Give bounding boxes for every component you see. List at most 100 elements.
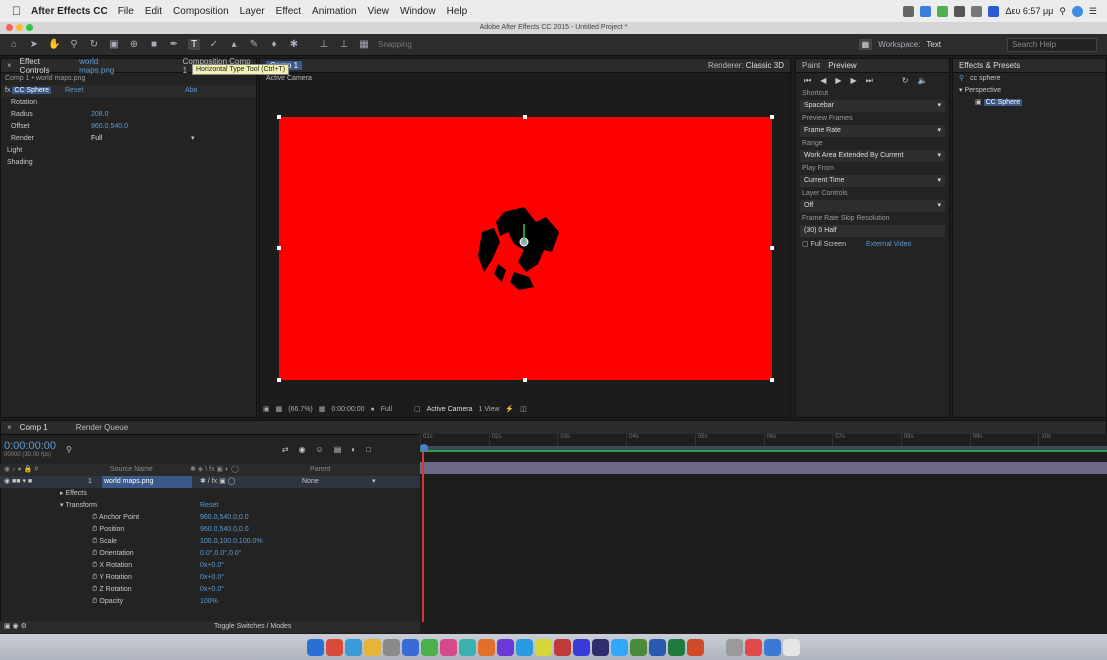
property-value[interactable]: 0x+0.0° — [200, 584, 224, 596]
tab-preview[interactable]: Preview — [828, 61, 856, 70]
chevron-down-icon[interactable]: ▾ — [191, 133, 195, 145]
after-effects-icon[interactable] — [592, 638, 609, 656]
renderer-select[interactable]: Classic 3D — [746, 61, 784, 70]
effect-property-row[interactable]: Radius 208.0 — [1, 109, 256, 121]
transform-handle[interactable] — [523, 378, 527, 382]
current-time[interactable]: 0:00:00:00 — [4, 440, 56, 452]
puppet-tool-icon[interactable]: ✱ — [288, 39, 300, 50]
stopwatch-icon[interactable]: ⏱ Position — [0, 524, 200, 536]
app-icon[interactable] — [459, 638, 476, 656]
app-icon[interactable] — [478, 638, 495, 656]
dreamweaver-icon[interactable] — [630, 638, 647, 656]
frame-blend-icon[interactable]: ▤ — [334, 445, 342, 454]
play-icon[interactable]: ▶ — [835, 73, 841, 89]
last-frame-icon[interactable]: ⏭ — [866, 73, 873, 89]
sphere-layer[interactable] — [474, 202, 574, 292]
rotate-tool-icon[interactable]: ↻ — [88, 39, 100, 50]
property-value[interactable]: 0x+0.0° — [200, 560, 224, 572]
word-icon[interactable] — [649, 638, 666, 656]
property-value[interactable]: 0x+0.0° — [200, 572, 224, 584]
powerpoint-icon[interactable] — [687, 638, 704, 656]
snapping-toggle[interactable]: Snapping — [378, 40, 412, 49]
app-name-menu[interactable]: After Effects CC — [31, 6, 108, 17]
effects-search[interactable]: ⚲ cc sphere — [953, 73, 1106, 85]
brush-tool-icon[interactable]: ✓ — [208, 39, 220, 50]
views-select[interactable]: 1 View — [479, 406, 500, 413]
menu-edit[interactable]: Edit — [145, 6, 162, 17]
wifi-icon[interactable] — [954, 5, 966, 17]
pen-tool-icon[interactable]: ✒ — [168, 39, 180, 50]
effect-property-row[interactable]: Render Full ▾ — [1, 133, 256, 145]
monitor-icon[interactable]: ▩ — [276, 405, 283, 413]
status-icon[interactable] — [903, 5, 915, 17]
about-link[interactable]: Abo — [185, 85, 197, 97]
clock[interactable]: Δευ 6:57 μμ — [1005, 6, 1053, 16]
motion-blur-icon[interactable]: ◐ — [351, 445, 356, 454]
property-value[interactable]: 0.0°,0.0°,0.0° — [200, 548, 241, 560]
stopwatch-icon[interactable]: ⏱ X Rotation — [0, 560, 200, 572]
camera-tool-icon[interactable]: ▣ — [108, 39, 120, 50]
app-icon[interactable] — [326, 638, 343, 656]
flag-icon[interactable] — [988, 5, 1000, 17]
effects-search-input[interactable]: cc sphere — [970, 73, 1000, 85]
camera-snapshot-icon[interactable]: ● — [370, 406, 374, 413]
axis-local-icon[interactable]: ⊥ — [318, 39, 330, 50]
property-scale[interactable]: ⏱ Scale 100.0,100.0,100.0% — [0, 536, 420, 548]
transform-handle[interactable] — [770, 378, 774, 382]
pan-behind-tool-icon[interactable]: ⊕ — [128, 39, 140, 50]
transform-handle[interactable] — [277, 378, 281, 382]
effect-row[interactable]: fx CC Sphere Reset Abo — [1, 85, 256, 97]
excel-icon[interactable] — [668, 638, 685, 656]
apple-icon[interactable]:  — [12, 4, 21, 18]
close-tab-icon[interactable]: × — [7, 61, 12, 70]
col-parent[interactable]: Parent — [310, 464, 331, 476]
effects-group[interactable]: ▸ Effects — [0, 488, 420, 500]
app-icon[interactable] — [440, 638, 457, 656]
draft-3d-icon[interactable]: ◉ — [299, 445, 306, 454]
category-perspective[interactable]: ▾ Perspective — [953, 85, 1106, 97]
tab-comp-timeline[interactable]: Comp 1 — [20, 423, 48, 432]
app-icon[interactable] — [554, 638, 571, 656]
zoom-select[interactable]: (66.7%) — [288, 406, 313, 413]
app-icon[interactable] — [745, 638, 762, 656]
layer-controls-select[interactable]: Off ▾ — [800, 200, 945, 212]
first-frame-icon[interactable]: ⏮ — [804, 73, 811, 89]
eraser-tool-icon[interactable]: ✎ — [248, 39, 260, 50]
app-icon[interactable] — [421, 638, 438, 656]
app-icon[interactable] — [726, 638, 743, 656]
zoom-icon[interactable] — [26, 24, 33, 31]
transform-handle[interactable] — [770, 246, 774, 250]
app-icon[interactable] — [402, 638, 419, 656]
close-icon[interactable] — [6, 24, 13, 31]
home-icon[interactable]: ⌂ — [8, 39, 20, 50]
comp-canvas[interactable] — [277, 115, 774, 382]
app-icon[interactable] — [345, 638, 362, 656]
status-icon[interactable] — [937, 5, 949, 17]
property-position[interactable]: ⏱ Position 960.0,540.0,0.0 — [0, 524, 420, 536]
graph-editor-icon[interactable]: □ — [366, 445, 371, 454]
axis-view-icon[interactable]: ▦ — [358, 39, 370, 50]
effect-property-row[interactable]: Rotation — [1, 97, 256, 109]
menu-file[interactable]: File — [118, 6, 134, 17]
comp-flowchart-icon[interactable]: ⇄ — [282, 445, 289, 454]
time-ruler[interactable]: 01s 02s 03s 04s 05s 06s 07s 08s 09s 10s — [420, 434, 1107, 446]
tab-render-queue[interactable]: Render Queue — [76, 423, 128, 432]
property-anchor-point[interactable]: ⏱ Anchor Point 960.0,540.0,0.0 — [0, 512, 420, 524]
trash-icon[interactable] — [783, 638, 800, 656]
transform-reset[interactable]: Reset — [200, 500, 218, 512]
search-icon[interactable]: ⚲ — [66, 445, 72, 454]
zoom-tool-icon[interactable]: ⚲ — [68, 39, 80, 50]
frame-rate-select[interactable]: (30) 0 Half — [800, 225, 945, 237]
effect-property-row[interactable]: Offset 960.0,540.0 — [1, 121, 256, 133]
tab-paint[interactable]: Paint — [802, 61, 820, 70]
transform-handle[interactable] — [770, 115, 774, 119]
stopwatch-icon[interactable]: ⏱ Scale — [0, 536, 200, 548]
siri-icon[interactable] — [1071, 5, 1083, 17]
property-orientation[interactable]: ⏱ Orientation 0.0°,0.0°,0.0° — [0, 548, 420, 560]
property-opacity[interactable]: ⏱ Opacity 100% — [0, 596, 420, 608]
property-value[interactable]: 100% — [200, 596, 218, 608]
app-icon[interactable] — [764, 638, 781, 656]
timeline-icon[interactable]: ◫ — [520, 405, 527, 413]
menu-effect[interactable]: Effect — [276, 6, 301, 17]
transform-handle[interactable] — [523, 115, 527, 119]
